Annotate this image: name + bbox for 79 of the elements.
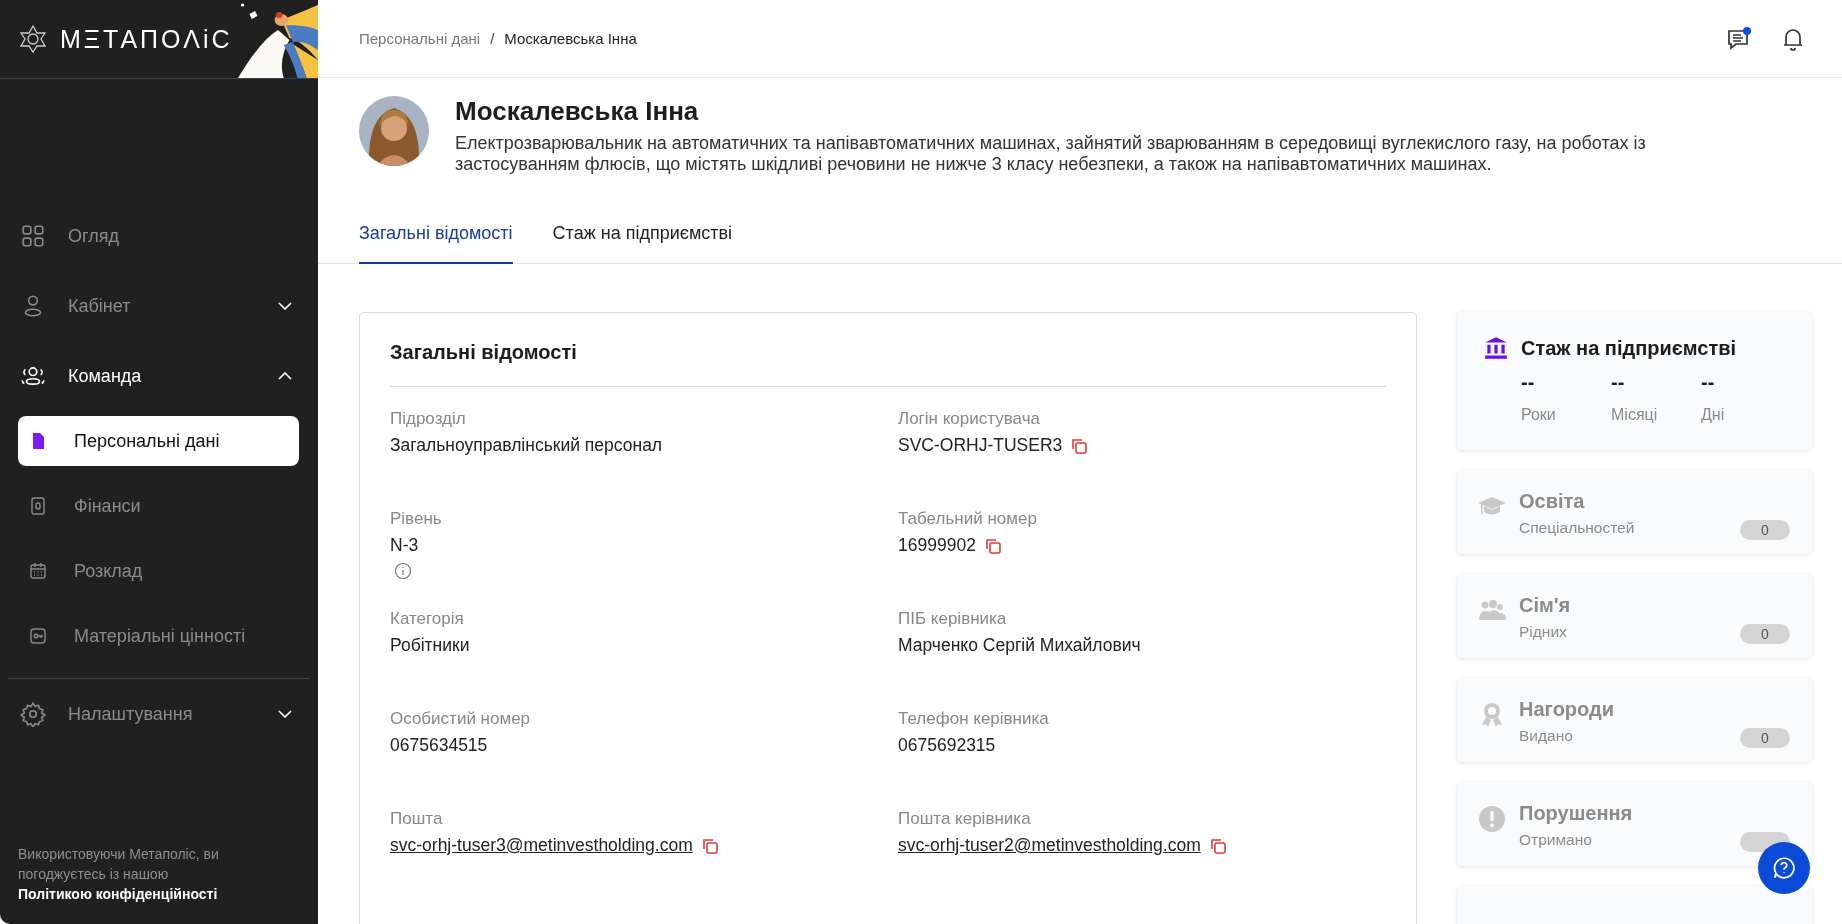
nav-item[interactable]: Кабінет <box>0 271 318 341</box>
count-badge: 0 <box>1740 520 1790 540</box>
privacy-link[interactable]: Політикою конфіденційності <box>18 886 218 902</box>
chevron-icon <box>278 372 292 380</box>
stat-value: -- <box>1611 371 1626 394</box>
gear-icon <box>20 701 46 727</box>
employee-name: Москалевська Інна <box>455 96 700 127</box>
copy-icon[interactable] <box>983 536 1002 555</box>
stat-label: Місяці <box>1611 406 1657 424</box>
card-title: Порушення <box>1519 802 1634 825</box>
wallet-icon <box>28 496 48 516</box>
summary-card[interactable]: Нагороди Видано 0 <box>1457 678 1812 762</box>
breadcrumb-current[interactable]: Москалевська Інна <box>504 30 637 47</box>
card-subtitle: Видано <box>1519 727 1574 745</box>
field-label: Пошта керівника <box>898 809 1032 829</box>
field-value: Марченко Сергій Михайлович <box>898 635 1141 656</box>
email-link[interactable]: svc-orhj-tuser2@metinvestholding.com <box>898 835 1201 856</box>
field-label: Рівень <box>390 509 443 529</box>
card-title: Освіта <box>1519 490 1586 513</box>
stat-label: Роки <box>1521 406 1557 424</box>
card-subtitle: Спеціальностей <box>1519 519 1636 537</box>
field-label: Пошта <box>390 809 444 829</box>
employee-position: Електрозварювальник на автоматичних та напівавтоматичних машинах, зайнятий зварюванням в середовищі вуглекислого газу, на роботах із застосуванням флюсів, що містять шкідливі речовини не нижче 3 класу небезпеки, а також на напівавтоматичних машинах. <box>455 133 1647 175</box>
field-label: Категорія <box>390 609 465 629</box>
field-value: 0675692315 <box>898 735 996 756</box>
field-value: SVC-ORHJ-TUSER3 <box>898 435 1063 456</box>
card-title: Загальні відомості <box>390 341 1386 387</box>
privacy-notice: Використовуючи Метаполіс, ви погоджуєтесь із нашою Політикою конфіденційності <box>17 845 220 904</box>
nav-item[interactable]: Команда <box>0 341 318 411</box>
summary-card[interactable]: Освіта Спеціальностей 0 <box>1457 470 1812 554</box>
bank-icon <box>1483 335 1509 361</box>
field-value: 0675634515 <box>390 735 488 756</box>
stat-label: Дні <box>1701 406 1726 424</box>
tab[interactable]: Стаж на підприємстві <box>552 215 733 264</box>
logo-icon <box>18 24 48 54</box>
card-title: Сім'я <box>1519 594 1572 617</box>
logo-text: МΞТАПОΛіС <box>60 24 233 54</box>
nav-subitem[interactable]: Персональні дані <box>18 416 299 466</box>
nav-subitem[interactable]: Розклад <box>18 546 299 596</box>
card-subtitle: Отримано <box>1519 831 1593 849</box>
tab[interactable]: Загальні відомості <box>359 215 513 264</box>
key-card-icon <box>28 626 48 646</box>
count-badge: 0 <box>1740 624 1790 644</box>
copy-icon[interactable] <box>700 836 719 855</box>
stat-value: -- <box>1701 371 1716 394</box>
copy-icon[interactable] <box>1070 436 1089 455</box>
field-value: Загальноуправлінський персонал <box>390 435 663 456</box>
nav-item[interactable]: Огляд <box>0 201 318 271</box>
calendar-icon <box>28 561 48 581</box>
summary-card[interactable]: Сім'я Рідних 0 <box>1457 574 1812 658</box>
card-title: Нагороди <box>1519 698 1615 721</box>
nav-subitem[interactable]: Фінанси <box>18 481 299 531</box>
alert-icon <box>1477 804 1507 834</box>
copy-icon[interactable] <box>1208 836 1227 855</box>
breadcrumb-separator: / <box>490 30 495 47</box>
nav-subitem[interactable]: Матеріальні цінності <box>18 611 299 661</box>
count-badge: 0 <box>1740 728 1790 748</box>
chevron-icon <box>278 710 292 718</box>
field-value: Робітники <box>390 635 470 656</box>
breadcrumb-link[interactable]: Персональні дані <box>359 30 481 47</box>
field-label: Табельний номер <box>898 509 1038 529</box>
chat-icon <box>1726 25 1752 52</box>
field-value: 16999902 <box>898 535 976 556</box>
field-label: ПІБ керівника <box>898 609 1008 629</box>
card-subtitle: Рідних <box>1519 623 1568 641</box>
stat-value: -- <box>1521 371 1536 394</box>
field-label: Логін користувача <box>898 409 1041 429</box>
chevron-icon <box>278 302 292 310</box>
grid-icon <box>20 223 46 249</box>
field-label: Підрозділ <box>390 409 467 429</box>
email-link[interactable]: svc-orhj-tuser3@metinvestholding.com <box>390 835 693 856</box>
help-icon <box>1771 855 1797 881</box>
field-value: N-3 <box>390 535 419 556</box>
card-title: Стаж на підприємстві <box>1521 336 1737 360</box>
field-label: Особистий номер <box>390 709 532 729</box>
field-label: Телефон керівника <box>898 709 1050 729</box>
info-icon[interactable] <box>394 562 412 580</box>
nav-item[interactable]: Налаштування <box>0 679 318 749</box>
summary-card[interactable]: Порушення Отримано <box>1457 782 1812 866</box>
